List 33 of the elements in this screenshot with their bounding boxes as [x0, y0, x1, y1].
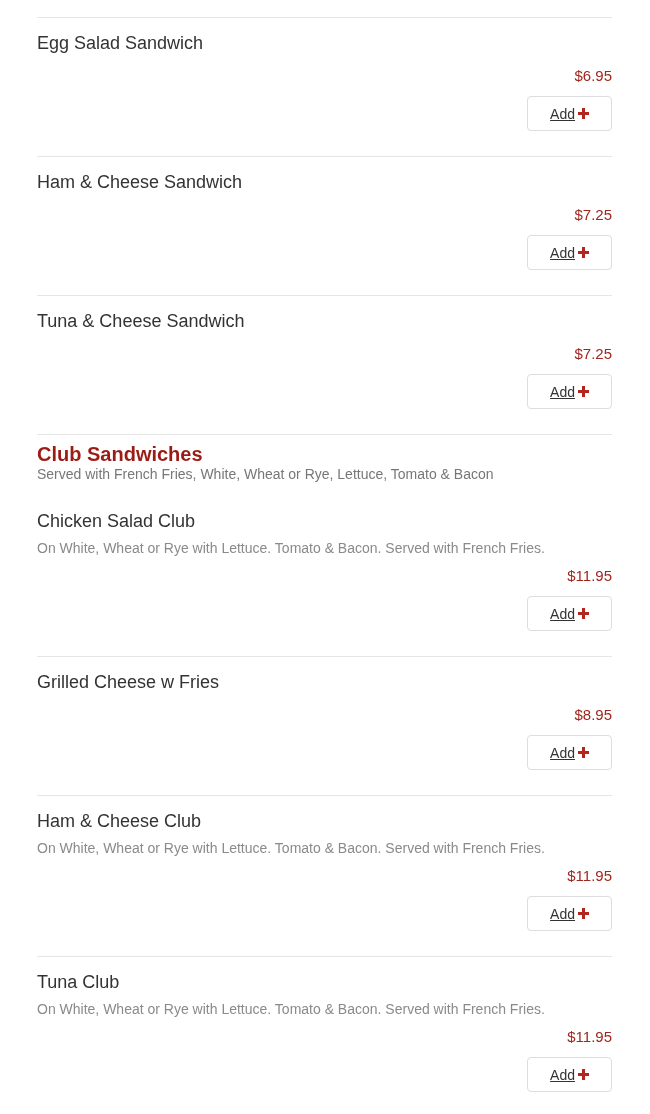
plus-icon — [578, 908, 589, 919]
add-button[interactable]: Add — [527, 896, 612, 931]
plus-icon — [578, 747, 589, 758]
item-description: On White, Wheat or Rye with Lettuce. Tomato & Bacon. Served with French Fries. — [37, 1001, 546, 1018]
item-description: On White, Wheat or Rye with Lettuce. Tomato & Bacon. Served with French Fries. — [37, 840, 546, 857]
item-price: $7.25 — [574, 206, 612, 223]
item-name: Ham & Cheese Sandwich — [37, 172, 244, 192]
item-description: On White, Wheat or Rye with Lettuce. Tomato & Bacon. Served with French Fries. — [37, 540, 546, 557]
item-name: Chicken Salad Club — [37, 511, 197, 531]
plus-icon — [578, 608, 589, 619]
add-button[interactable]: Add — [527, 1057, 612, 1092]
item-price: $8.95 — [574, 706, 612, 723]
plus-icon — [578, 247, 589, 258]
add-button[interactable]: Add — [527, 596, 612, 631]
item-name: Egg Salad Sandwich — [37, 33, 205, 53]
item-price: $11.95 — [567, 567, 612, 584]
plus-icon — [578, 108, 589, 119]
section-subtitle: Served with French Fries, White, Wheat or Rye, Lettuce, Tomato & Bacon — [37, 466, 495, 482]
add-button[interactable]: Add — [527, 235, 612, 270]
item-price: $6.95 — [574, 67, 612, 84]
item-name: Ham & Cheese Club — [37, 811, 203, 831]
item-name: Grilled Cheese w Fries — [37, 672, 221, 692]
item-name: Tuna & Cheese Sandwich — [37, 311, 246, 331]
item-price: $11.95 — [567, 867, 612, 884]
plus-icon — [578, 386, 589, 397]
add-button[interactable]: Add — [527, 374, 612, 409]
item-name: Tuna Club — [37, 972, 121, 992]
section-title: Club Sandwiches — [37, 442, 204, 466]
add-button[interactable]: Add — [527, 96, 612, 131]
plus-icon — [578, 1069, 589, 1080]
item-price: $11.95 — [567, 1028, 612, 1045]
item-price: $7.25 — [574, 345, 612, 362]
add-button[interactable]: Add — [527, 735, 612, 770]
